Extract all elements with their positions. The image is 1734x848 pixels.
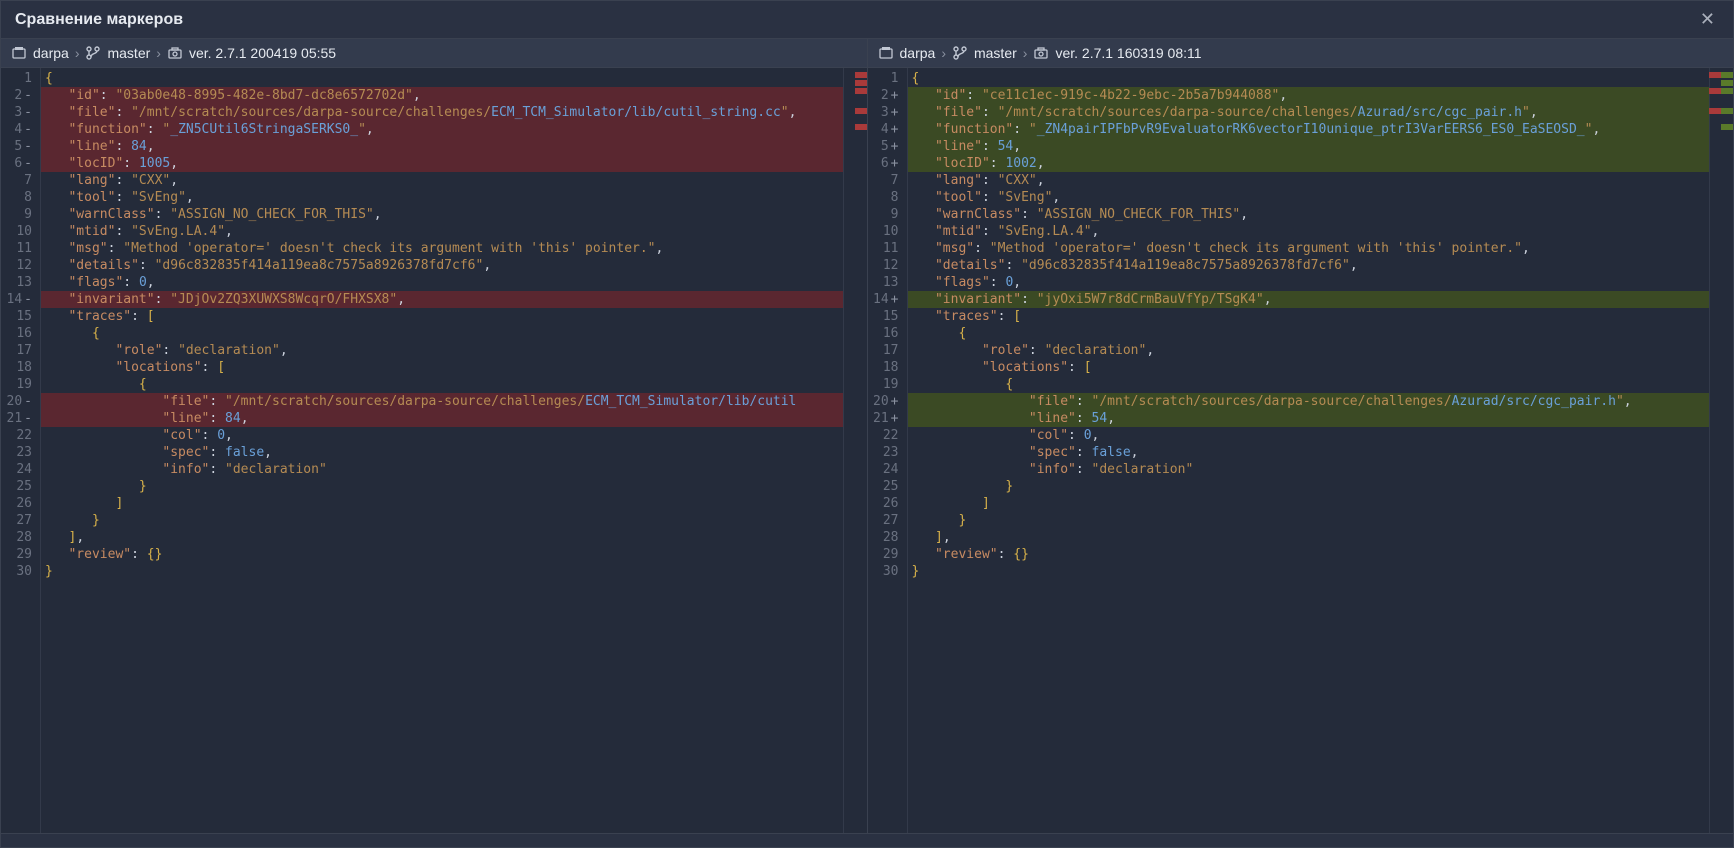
project-icon <box>11 45 27 61</box>
left-code[interactable]: { "id": "03ab0e48-8995-482e-8bd7-dc8e657… <box>41 68 843 833</box>
snapshot-icon <box>1033 45 1049 61</box>
crumb-project[interactable]: darpa <box>900 45 936 61</box>
right-breadcrumb: darpa › master › ver. 2.7.1 160319 08:11 <box>868 39 1734 68</box>
right-gutter: 1234567891011121314151617181920212223242… <box>868 68 908 833</box>
left-pane: darpa › master › ver. 2.7.1 200419 05:55… <box>1 39 868 833</box>
chevron-right-icon: › <box>75 45 80 61</box>
close-icon[interactable]: ✕ <box>1696 9 1719 30</box>
left-code-area[interactable]: 1234567891011121314151617181920212223242… <box>1 68 867 833</box>
left-breadcrumb: darpa › master › ver. 2.7.1 200419 05:55 <box>1 39 867 68</box>
right-pane: darpa › master › ver. 2.7.1 160319 08:11… <box>868 39 1734 833</box>
right-minimap[interactable] <box>1709 68 1733 833</box>
titlebar: Сравнение маркеров ✕ <box>1 1 1733 39</box>
snapshot-icon <box>167 45 183 61</box>
diff-split: darpa › master › ver. 2.7.1 200419 05:55… <box>1 39 1733 833</box>
window-title: Сравнение маркеров <box>15 11 183 29</box>
right-code[interactable]: { "id": "ce11c1ec-919c-4b22-9ebc-2b5a7b9… <box>908 68 1710 833</box>
chevron-right-icon: › <box>156 45 161 61</box>
project-icon <box>878 45 894 61</box>
crumb-branch[interactable]: master <box>974 45 1017 61</box>
diff-window: Сравнение маркеров ✕ darpa › master › ve… <box>0 0 1734 848</box>
left-minimap[interactable] <box>843 68 867 833</box>
crumb-version[interactable]: ver. 2.7.1 200419 05:55 <box>189 45 336 61</box>
branch-icon <box>952 45 968 61</box>
right-code-area[interactable]: 1234567891011121314151617181920212223242… <box>868 68 1734 833</box>
chevron-right-icon: › <box>1023 45 1028 61</box>
crumb-branch[interactable]: master <box>107 45 150 61</box>
branch-icon <box>85 45 101 61</box>
crumb-project[interactable]: darpa <box>33 45 69 61</box>
crumb-version[interactable]: ver. 2.7.1 160319 08:11 <box>1055 45 1201 61</box>
left-gutter: 1234567891011121314151617181920212223242… <box>1 68 41 833</box>
chevron-right-icon: › <box>941 45 946 61</box>
horizontal-scrollbar[interactable] <box>1 833 1733 847</box>
